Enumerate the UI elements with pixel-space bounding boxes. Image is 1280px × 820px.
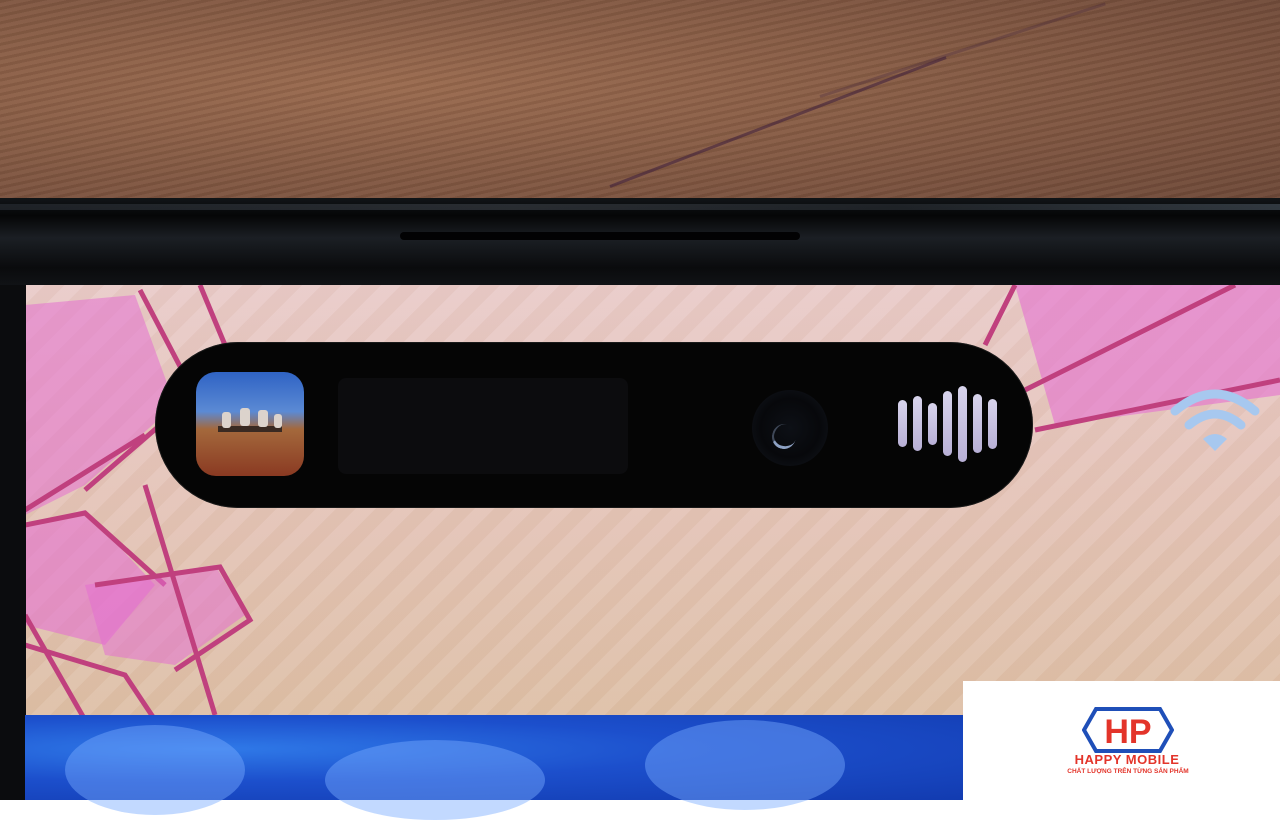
earpiece-slot (400, 232, 800, 240)
phone-frame (0, 198, 1280, 298)
waveform-bar (898, 400, 907, 447)
waveform-bar (958, 386, 967, 462)
logo-mark-text: HP (1104, 713, 1151, 751)
waveform-bar (928, 403, 937, 445)
art-figure (240, 408, 250, 426)
art-figure (258, 410, 268, 427)
wood-table-background (0, 0, 1280, 215)
waveform-bar (913, 396, 922, 451)
happy-mobile-logo-icon: HP (1082, 707, 1174, 753)
screen-bezel-left (0, 285, 26, 800)
audio-waveform-icon[interactable] (898, 386, 1002, 462)
wallpaper-cloud (325, 740, 545, 820)
brand-name: HAPPY MOBILE (1074, 752, 1180, 767)
wallpaper-cloud (65, 725, 245, 815)
brand-tagline: CHẤT LƯỢNG TRÊN TỪNG SẢN PHẨM (1067, 768, 1189, 775)
album-art-thumbnail[interactable] (196, 372, 304, 476)
waveform-bar (988, 399, 997, 449)
waveform-bar (973, 394, 982, 453)
wifi-icon (1170, 389, 1260, 451)
frame-highlight (0, 204, 1280, 210)
wallpaper-cloud (645, 720, 845, 810)
art-figure (222, 412, 231, 428)
blue-wallpaper-strip (25, 715, 965, 820)
art-figure (274, 414, 282, 428)
face-id-sensor-area (338, 378, 628, 474)
waveform-bar (943, 391, 952, 456)
